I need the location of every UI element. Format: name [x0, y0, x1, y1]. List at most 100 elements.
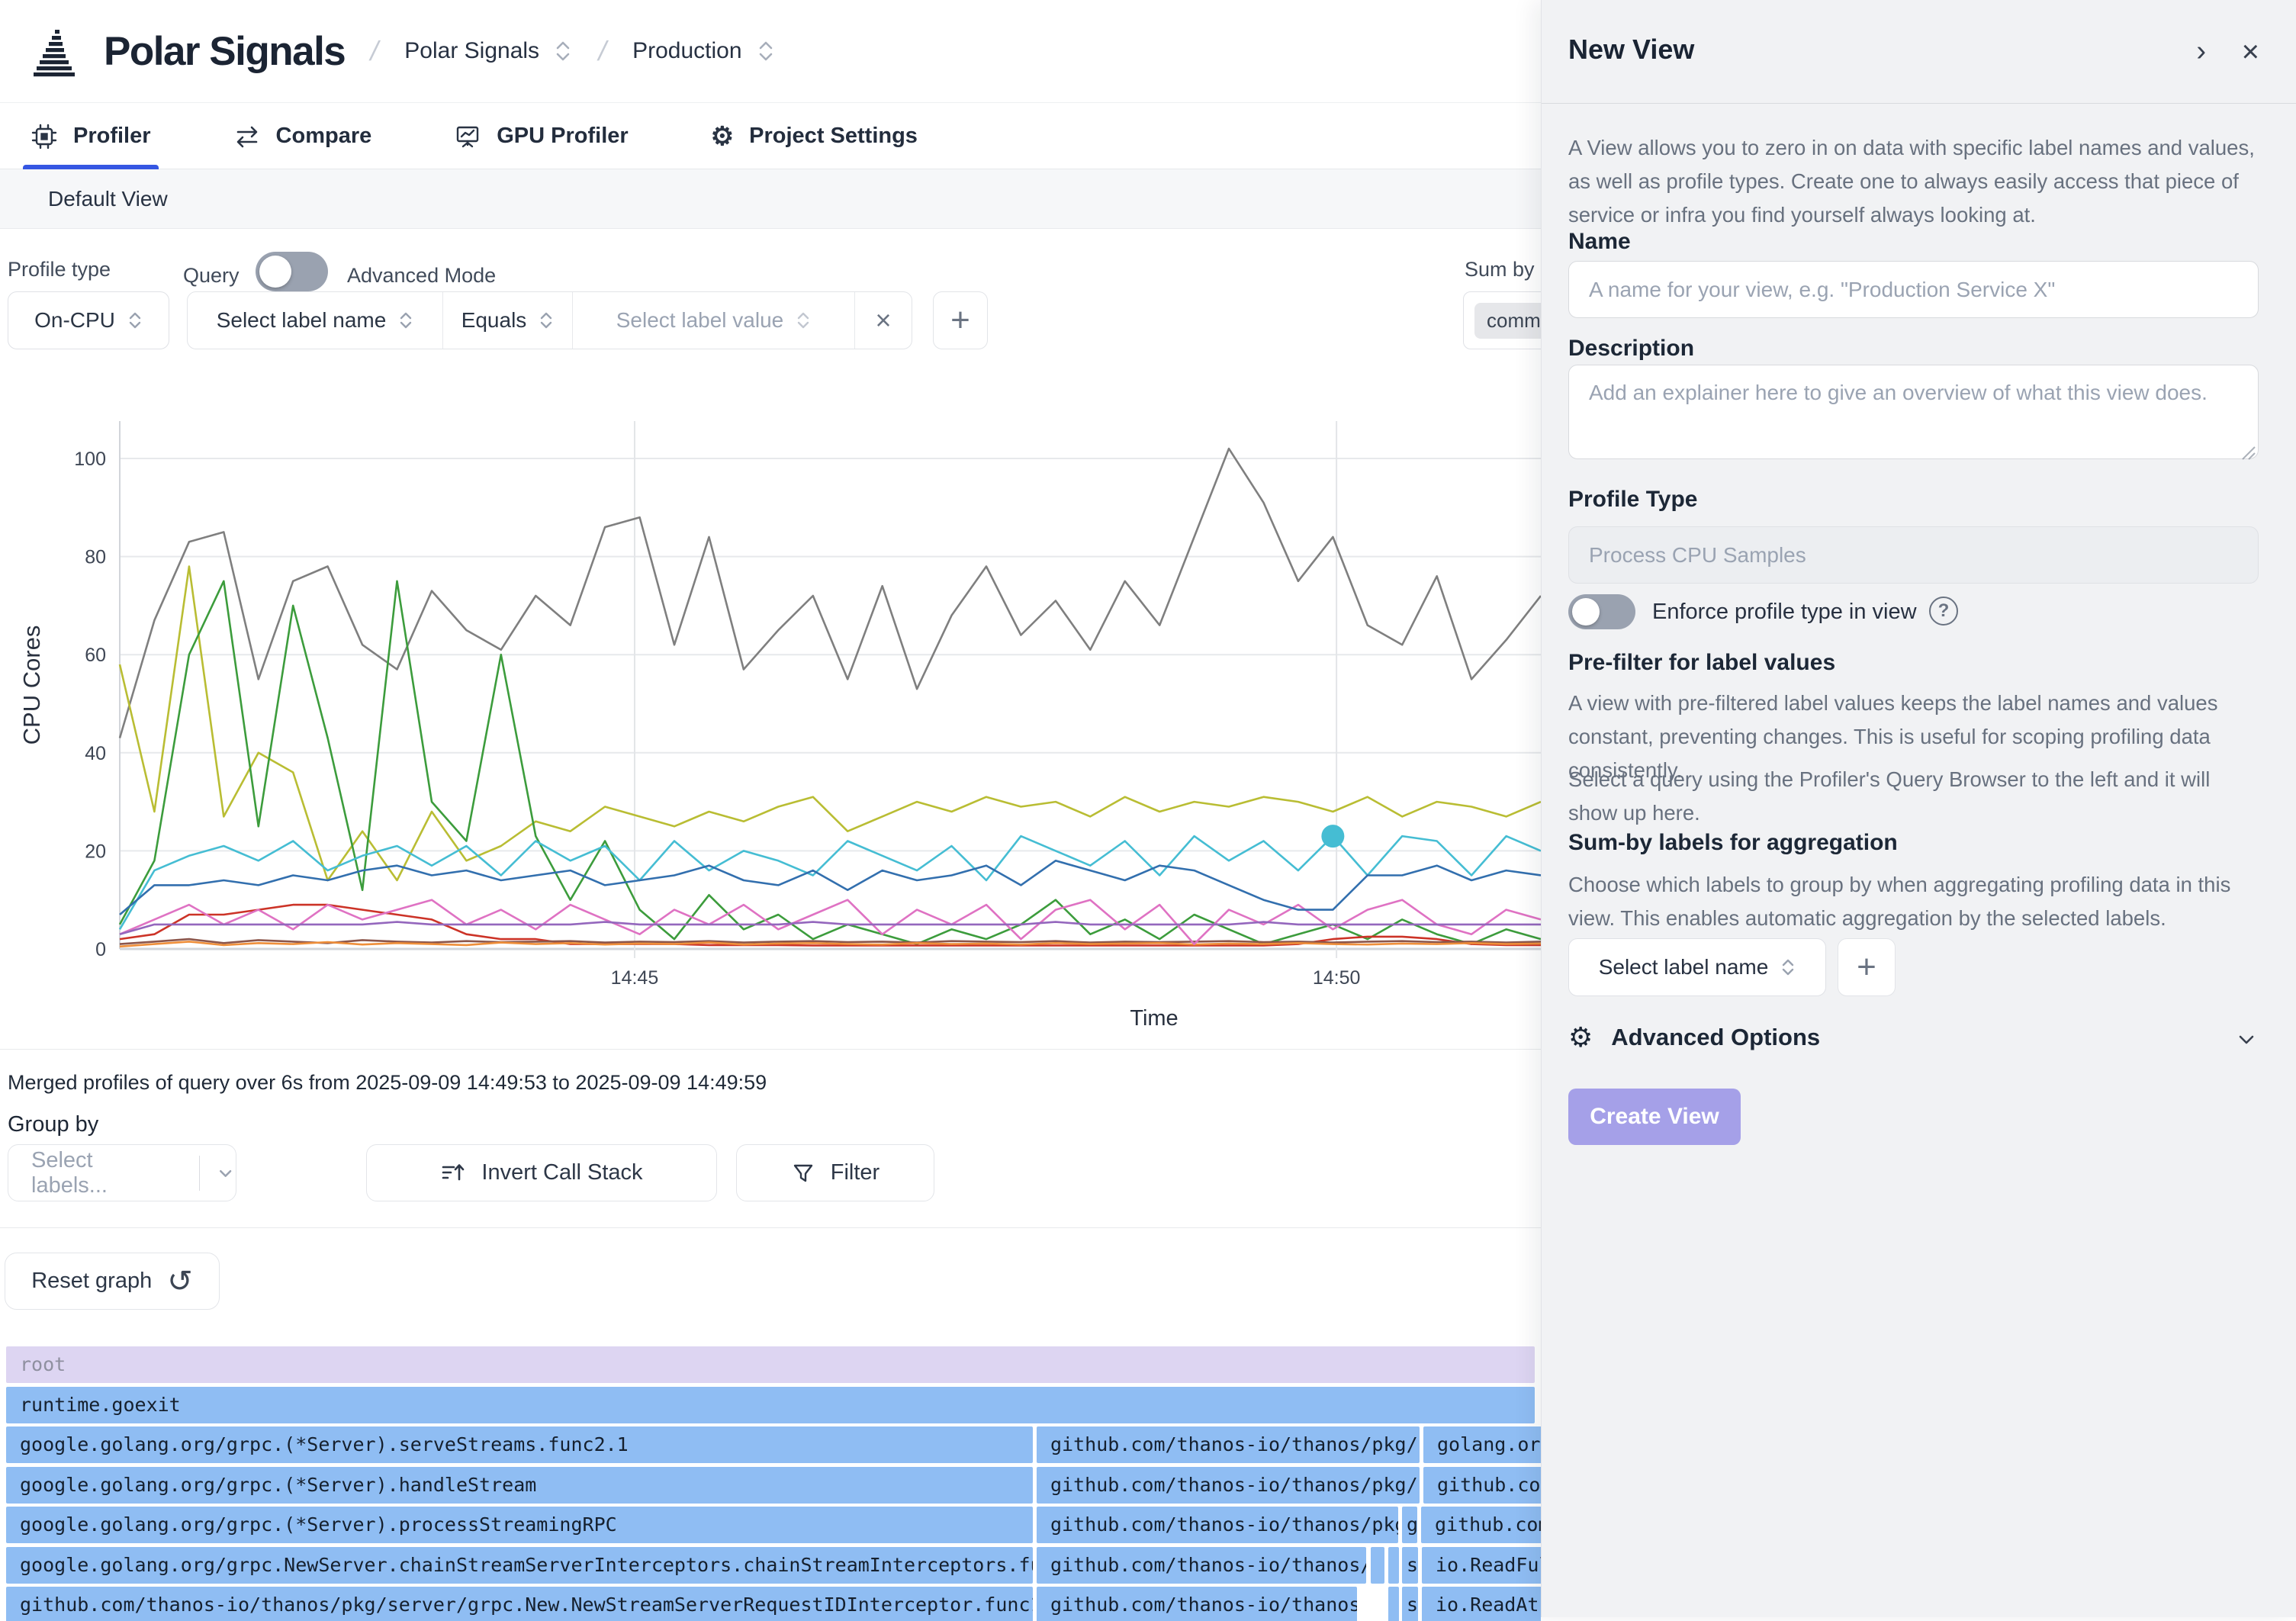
tab-label: Project Settings — [749, 124, 918, 149]
flame-frame-cell[interactable]: s — [1402, 1547, 1418, 1584]
flame-frame-cell[interactable]: google.golang.org/grpc.(*Server).serveSt… — [6, 1426, 1033, 1463]
logo-triangle-icon — [29, 24, 87, 79]
close-icon[interactable]: × — [2242, 37, 2259, 67]
flame-frame-cell[interactable]: google.golang.org/grpc.(*Server).process… — [6, 1507, 1033, 1543]
reset-graph-button[interactable]: Reset graph ↺ — [5, 1253, 220, 1310]
advanced-mode-toggle[interactable] — [256, 252, 328, 291]
sumby-text: Choose which labels to group by when agg… — [1568, 868, 2264, 935]
flame-graph[interactable]: rootruntime.goexitgoogle.golang.org/grpc… — [0, 1346, 1541, 1621]
svg-text:14:45: 14:45 — [611, 967, 659, 989]
svg-text:20: 20 — [85, 841, 106, 862]
flame-frame-cell[interactable]: google.golang.org/grpc.(*Server).handleS… — [6, 1467, 1033, 1504]
create-view-button[interactable]: Create View — [1568, 1089, 1741, 1145]
flame-frame-cell[interactable]: github.com/thanos-io/thanos/p — [1037, 1547, 1366, 1584]
updown-icon — [1780, 957, 1796, 978]
flame-frame-cell[interactable]: github.com/ — [1421, 1507, 1541, 1543]
flame-frame-cell[interactable]: golang.org/ — [1423, 1426, 1541, 1463]
flame-root-cell[interactable]: root — [6, 1346, 1535, 1383]
tab-compare[interactable]: Compare — [226, 104, 380, 169]
flame-frame-cell[interactable]: google.golang.org/grpc.NewServer.chainSt… — [6, 1547, 1033, 1584]
enforce-profile-type-toggle[interactable] — [1568, 594, 1635, 629]
panel-add-sumby-label-button[interactable]: + — [1838, 938, 1896, 996]
label-value-select[interactable]: Select label value — [573, 292, 855, 349]
series-gray — [120, 449, 1541, 738]
group-by-labels-select[interactable]: Select labels... — [8, 1144, 236, 1201]
svg-text:CPU Cores: CPU Cores — [18, 626, 45, 745]
enforce-profile-type-label: Enforce profile type in view — [1652, 600, 1917, 625]
tab-project-settings[interactable]: ⚙ Project Settings — [703, 104, 925, 169]
gear-icon: ⚙ — [1568, 1024, 1593, 1051]
svg-text:0: 0 — [95, 939, 106, 960]
flame-frame-cell[interactable]: github.com/thanos-io/thanos/pkg/st — [1037, 1426, 1420, 1463]
label-name-placeholder: Select label name — [217, 308, 387, 333]
breadcrumb-environment-updown-icon[interactable] — [756, 39, 776, 63]
add-matcher-button[interactable]: + — [933, 291, 988, 349]
sort-invert-icon — [440, 1160, 466, 1186]
label-value-placeholder: Select label value — [616, 308, 783, 333]
svg-text:60: 60 — [85, 645, 106, 666]
view-name-input[interactable] — [1568, 261, 2259, 318]
resize-handle-icon[interactable] — [2240, 444, 2256, 461]
chevron-down-icon[interactable] — [215, 1162, 236, 1185]
flame-frame-cell[interactable]: runtime.goexit — [6, 1387, 1535, 1423]
tab-label: Compare — [276, 124, 372, 149]
filter-button[interactable]: Filter — [736, 1144, 934, 1201]
chevron-right-icon[interactable]: › — [2196, 37, 2206, 66]
breadcrumb-project[interactable]: Polar Signals — [404, 38, 539, 64]
profile-type-select[interactable]: On-CPU — [8, 291, 169, 349]
advanced-mode-label: Advanced Mode — [347, 264, 496, 288]
tab-label: GPU Profiler — [497, 124, 628, 149]
panel-profile-type-input[interactable] — [1568, 526, 2259, 584]
flame-frame-cell[interactable] — [1371, 1547, 1384, 1584]
flame-frame-cell[interactable]: io.ReadFull — [1422, 1547, 1541, 1584]
panel-sumby-label-select[interactable]: Select label name — [1568, 938, 1826, 996]
label-name-select[interactable]: Select label name — [188, 292, 443, 349]
flame-frame-cell[interactable]: github.com/thanos-io/thanos/p — [1037, 1587, 1357, 1621]
svg-text:80: 80 — [85, 547, 106, 568]
breadcrumb-project-updown-icon[interactable] — [553, 39, 573, 63]
svg-text:Time: Time — [1130, 1006, 1178, 1031]
view-description-textarea[interactable] — [1568, 365, 2259, 459]
remove-matcher-button[interactable]: × — [855, 292, 912, 349]
flame-frame-cell[interactable]: github.com/thanos-io/thanos/pkg/server/g… — [6, 1587, 1033, 1621]
svg-text:40: 40 — [85, 743, 106, 764]
flame-frame-cell[interactable]: io.ReadAtLe — [1422, 1587, 1541, 1621]
polar-signals-logo[interactable]: Polar Signals — [29, 24, 345, 79]
flame-frame-cell[interactable]: g — [1402, 1507, 1417, 1543]
help-icon[interactable]: ? — [1929, 597, 1958, 626]
flame-frame-cell[interactable] — [1388, 1547, 1399, 1584]
breadcrumb-environment[interactable]: Production — [632, 38, 741, 64]
prefilter-text-2: Select a query using the Profiler's Quer… — [1568, 763, 2264, 830]
description-label: Description — [1568, 336, 1694, 362]
filter-label: Filter — [831, 1160, 879, 1185]
updown-icon — [796, 310, 811, 331]
tab-gpu-profiler[interactable]: GPU Profiler — [446, 104, 635, 169]
divider — [0, 1049, 1541, 1050]
reset-graph-label: Reset graph — [31, 1269, 152, 1294]
flame-frame-cell[interactable]: github.com/thanos-io/thanos/pkg/st — [1037, 1467, 1420, 1504]
label-matcher-group: Select label name Equals Select label va… — [187, 291, 912, 349]
highlighted-point — [1321, 825, 1344, 847]
svg-text:14:50: 14:50 — [1313, 967, 1361, 989]
flame-frame-cell[interactable] — [1388, 1587, 1399, 1621]
breadcrumb-separator: / — [368, 35, 382, 67]
updown-icon — [539, 310, 554, 331]
advanced-options-row[interactable]: ⚙ Advanced Options — [1568, 1016, 2264, 1059]
tab-label: Profiler — [73, 124, 151, 149]
reset-rotate-icon: ↺ — [167, 1266, 193, 1297]
flame-frame-cell[interactable]: github.com/ — [1423, 1467, 1541, 1504]
merged-profiles-summary: Merged profiles of query over 6s from 20… — [8, 1071, 767, 1095]
flame-frame-cell[interactable]: github.com/thanos-io/thanos/pkg/ — [1037, 1507, 1398, 1543]
sum-by-label: Sum by — [1465, 258, 1535, 281]
sumby-select-placeholder: Select label name — [1599, 955, 1769, 979]
name-label: Name — [1568, 229, 1631, 255]
svg-text:100: 100 — [74, 449, 106, 470]
current-view-label: Default View — [48, 187, 168, 211]
matcher-operator-select[interactable]: Equals — [443, 292, 573, 349]
flame-frame-cell[interactable]: s — [1402, 1587, 1418, 1621]
cpu-cores-time-chart[interactable]: 0 20 40 60 80 100 14:45 14:50 CPU Cores Time — [0, 412, 1541, 1037]
invert-call-stack-button[interactable]: Invert Call Stack — [366, 1144, 717, 1201]
group-by-placeholder: Select labels... — [31, 1148, 162, 1198]
tab-profiler[interactable]: Profiler — [23, 104, 159, 169]
cpu-chip-icon — [31, 123, 58, 150]
